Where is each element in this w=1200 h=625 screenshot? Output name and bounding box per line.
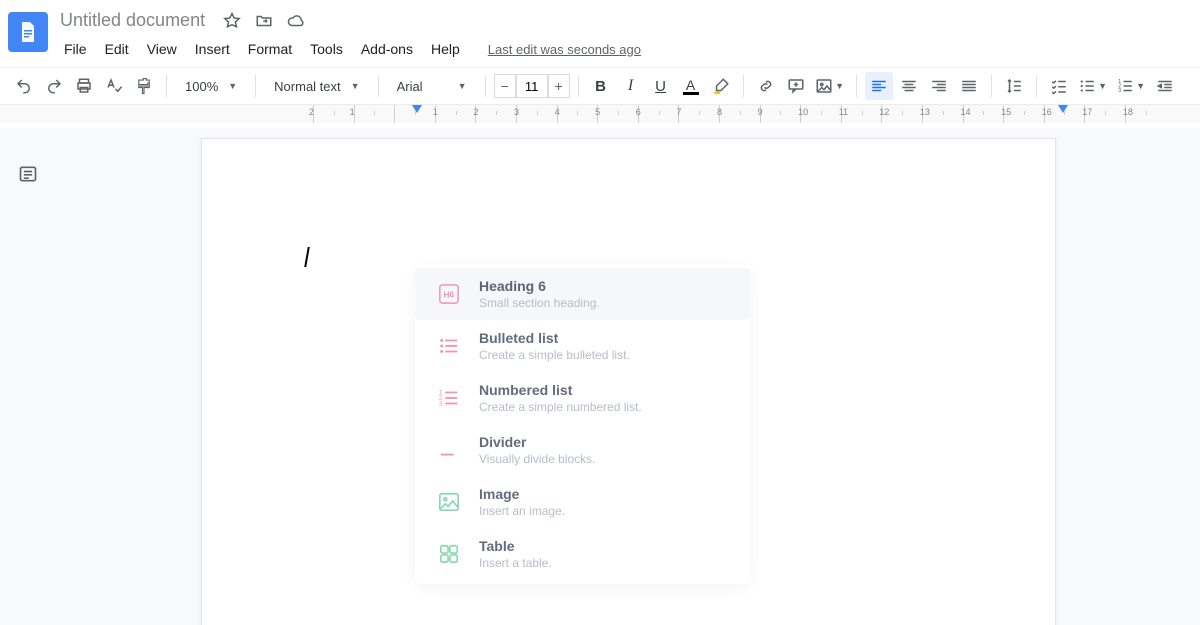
align-left-button[interactable] — [865, 72, 893, 100]
cloud-status-icon[interactable] — [287, 12, 305, 30]
toolbar-separator — [856, 75, 857, 97]
popup-item-desc: Create a simple bulleted list. — [479, 348, 630, 362]
menu-addons[interactable]: Add-ons — [353, 37, 421, 61]
popup-item-desc: Create a simple numbered list. — [479, 400, 642, 414]
text-color-button[interactable]: A — [677, 72, 705, 100]
bulleted-list-icon — [437, 334, 461, 358]
toolbar-separator — [255, 75, 256, 97]
popup-item-title: Numbered list — [479, 382, 642, 398]
popup-item-bulleted-list[interactable]: Bulleted list Create a simple bulleted l… — [415, 320, 750, 372]
docs-logo[interactable] — [8, 12, 48, 52]
menu-help[interactable]: Help — [423, 37, 468, 61]
spellcheck-button[interactable] — [100, 72, 128, 100]
checklist-button[interactable] — [1045, 72, 1073, 100]
redo-button[interactable] — [40, 72, 68, 100]
popup-item-desc: Small section heading. — [479, 296, 600, 310]
font-size-group: − + — [494, 74, 570, 98]
document-outline-button[interactable] — [12, 158, 44, 190]
zoom-value: 100% — [185, 79, 218, 94]
chevron-down-icon: ▼ — [228, 81, 237, 91]
zoom-select[interactable]: 100% ▼ — [175, 72, 247, 100]
chevron-down-icon: ▼ — [351, 81, 360, 91]
popup-item-desc: Insert a table. — [479, 556, 552, 570]
paint-format-button[interactable] — [130, 72, 158, 100]
divider-icon — [437, 438, 461, 462]
font-select[interactable]: Arial ▼ — [387, 72, 477, 100]
font-size-input[interactable] — [516, 74, 548, 98]
numbered-list-icon: 123 — [437, 386, 461, 410]
font-value: Arial — [397, 79, 423, 94]
popup-item-desc: Visually divide blocks. — [479, 452, 596, 466]
toolbar-separator — [991, 75, 992, 97]
increase-font-button[interactable]: + — [548, 74, 570, 98]
popup-item-numbered-list[interactable]: 123 Numbered list Create a simple number… — [415, 372, 750, 424]
menu-insert[interactable]: Insert — [187, 37, 238, 61]
popup-item-title: Image — [479, 486, 565, 502]
menu-format[interactable]: Format — [240, 37, 300, 61]
menu-tools[interactable]: Tools — [302, 37, 351, 61]
align-justify-button[interactable] — [955, 72, 983, 100]
menu-file[interactable]: File — [56, 37, 95, 61]
titlebar: Untitled document File Edit View Insert … — [0, 0, 1200, 61]
h6-icon: H6 — [437, 282, 461, 306]
undo-button[interactable] — [10, 72, 38, 100]
underline-button[interactable]: U — [647, 72, 675, 100]
ruler-scale: 2 1 1 2 3 4 5 6 7 8 9 10 11 12 13 14 15 … — [313, 105, 1169, 123]
table-icon — [437, 542, 461, 566]
bold-button[interactable]: B — [587, 72, 615, 100]
line-spacing-button[interactable] — [1000, 72, 1028, 100]
numbered-list-button[interactable]: 123 ▼ — [1113, 72, 1149, 100]
svg-text:3: 3 — [439, 400, 443, 407]
highlight-button[interactable] — [707, 72, 735, 100]
document-title[interactable]: Untitled document — [56, 8, 209, 33]
svg-text:3: 3 — [1118, 88, 1121, 94]
toolbar-separator — [578, 75, 579, 97]
insert-comment-button[interactable] — [782, 72, 810, 100]
last-edit-link[interactable]: Last edit was seconds ago — [488, 42, 641, 57]
side-rail — [0, 128, 56, 625]
bulleted-list-button[interactable]: ▼ — [1075, 72, 1111, 100]
toolbar-separator — [166, 75, 167, 97]
toolbar-separator — [485, 75, 486, 97]
italic-button[interactable]: I — [617, 72, 645, 100]
popup-item-title: Heading 6 — [479, 278, 600, 294]
toolbar: 100% ▼ Normal text ▼ Arial ▼ − + B I U A… — [0, 67, 1200, 105]
popup-item-title: Table — [479, 538, 552, 554]
menu-edit[interactable]: Edit — [97, 37, 137, 61]
toolbar-separator — [743, 75, 744, 97]
insert-block-popup: H6 Heading 6 Small section heading. Bull… — [415, 264, 750, 584]
chevron-down-icon: ▼ — [1136, 81, 1145, 91]
image-icon — [437, 490, 461, 514]
insert-image-button[interactable]: ▼ — [812, 72, 848, 100]
ruler[interactable]: 2 1 1 2 3 4 5 6 7 8 9 10 11 12 13 14 15 … — [0, 105, 1200, 123]
move-folder-icon[interactable] — [255, 12, 273, 30]
text-cursor — [304, 247, 310, 267]
menubar: File Edit View Insert Format Tools Add-o… — [56, 33, 641, 61]
chevron-down-icon: ▼ — [458, 81, 467, 91]
toolbar-separator — [1036, 75, 1037, 97]
print-button[interactable] — [70, 72, 98, 100]
popup-item-divider[interactable]: Divider Visually divide blocks. — [415, 424, 750, 476]
svg-text:H6: H6 — [444, 291, 455, 300]
popup-item-title: Divider — [479, 434, 596, 450]
popup-item-image[interactable]: Image Insert an image. — [415, 476, 750, 528]
popup-item-title: Bulleted list — [479, 330, 630, 346]
align-right-button[interactable] — [925, 72, 953, 100]
star-icon[interactable] — [223, 12, 241, 30]
toolbar-separator — [378, 75, 379, 97]
paragraph-style-value: Normal text — [274, 79, 340, 94]
insert-link-button[interactable] — [752, 72, 780, 100]
popup-item-table[interactable]: Table Insert a table. — [415, 528, 750, 580]
decrease-font-button[interactable]: − — [494, 74, 516, 98]
align-center-button[interactable] — [895, 72, 923, 100]
chevron-down-icon: ▼ — [1098, 81, 1107, 91]
decrease-indent-button[interactable] — [1151, 72, 1179, 100]
chevron-down-icon: ▼ — [835, 81, 844, 91]
popup-item-heading6[interactable]: H6 Heading 6 Small section heading. — [415, 268, 750, 320]
popup-item-desc: Insert an image. — [479, 504, 565, 518]
paragraph-style-select[interactable]: Normal text ▼ — [264, 72, 369, 100]
menu-view[interactable]: View — [139, 37, 185, 61]
